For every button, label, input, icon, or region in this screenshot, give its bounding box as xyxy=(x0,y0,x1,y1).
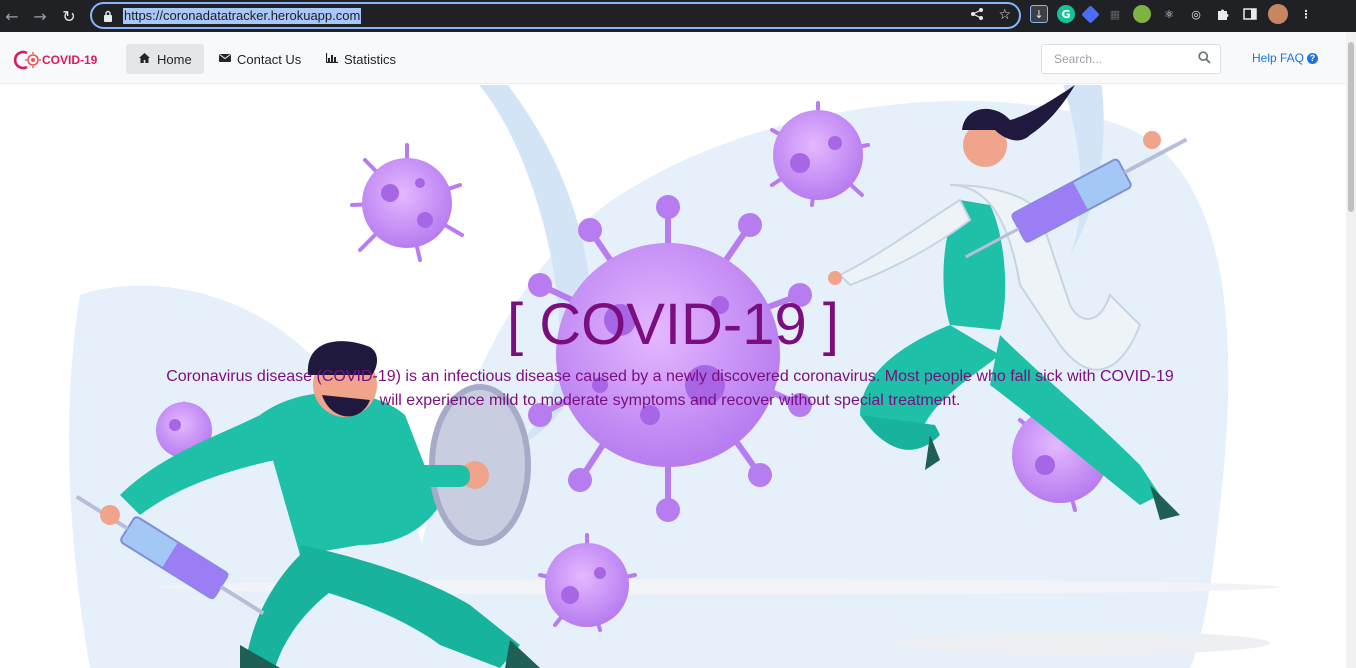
nav-contact[interactable]: Contact Us xyxy=(207,44,313,74)
hero-title: [ COVID-19 ] xyxy=(507,292,839,357)
extensions-bar: ↓ G ▦ ⚛ ◎ ⋮ xyxy=(1030,4,1315,24)
covid-logo[interactable]: COVID-19 xyxy=(13,49,108,70)
hero-section: [ COVID-19 ] Coronavirus disease (COVID-… xyxy=(0,85,1346,668)
address-bar[interactable]: https://coronadatatracker.herokuapp.com … xyxy=(90,2,1021,29)
home-icon xyxy=(138,52,151,67)
search-input[interactable] xyxy=(1054,46,1204,72)
url-text[interactable]: https://coronadatatracker.herokuapp.com xyxy=(123,7,362,24)
menu-icon[interactable]: ⋮ xyxy=(1297,5,1315,23)
site-navbar: COVID-19 Home Contact Us Statistics Help… xyxy=(0,32,1346,84)
lock-icon[interactable] xyxy=(102,9,114,23)
star-icon[interactable]: ☆ xyxy=(998,7,1011,25)
sidepanel-icon[interactable] xyxy=(1241,5,1259,23)
help-faq-link[interactable]: Help FAQ ? xyxy=(1252,51,1319,65)
back-arrow-icon[interactable]: ← xyxy=(0,4,24,28)
grammarly-icon[interactable]: G xyxy=(1057,5,1075,23)
browser-toolbar: ← → ↻ https://coronadatatracker.herokuap… xyxy=(0,0,1356,32)
target-icon[interactable]: ◎ xyxy=(1187,5,1205,23)
page-scrollbar[interactable] xyxy=(1346,32,1356,668)
virus-top-left xyxy=(350,143,464,262)
nav-statistics[interactable]: Statistics xyxy=(314,44,408,74)
react-icon[interactable]: ⚛ xyxy=(1160,5,1178,23)
brand-text: COVID-19 xyxy=(42,53,98,67)
reload-icon[interactable]: ↻ xyxy=(57,4,81,28)
scrollbar-thumb[interactable] xyxy=(1348,42,1354,212)
extension-icon[interactable] xyxy=(1081,4,1100,24)
nav-contact-label: Contact Us xyxy=(237,51,302,67)
nav-home[interactable]: Home xyxy=(126,44,204,74)
nav-home-label: Home xyxy=(157,51,192,67)
hero-description: Coronavirus disease (COVID-19) is an inf… xyxy=(166,368,1174,409)
grid-icon[interactable]: ▦ xyxy=(1106,5,1124,23)
question-circle-icon: ? xyxy=(1307,52,1319,64)
download-icon[interactable]: ↓ xyxy=(1030,5,1048,23)
chart-icon xyxy=(325,52,338,66)
puzzle-icon[interactable] xyxy=(1214,5,1232,23)
frog-icon[interactable] xyxy=(1133,5,1151,23)
share-icon[interactable] xyxy=(970,7,984,25)
nav-statistics-label: Statistics xyxy=(344,51,397,67)
help-faq-label: Help FAQ xyxy=(1252,51,1305,65)
search-icon[interactable] xyxy=(1198,51,1211,69)
forward-arrow-icon[interactable]: → xyxy=(28,4,52,28)
envelope-icon xyxy=(219,52,231,66)
search-box xyxy=(1041,44,1221,74)
profile-avatar[interactable] xyxy=(1268,4,1288,24)
